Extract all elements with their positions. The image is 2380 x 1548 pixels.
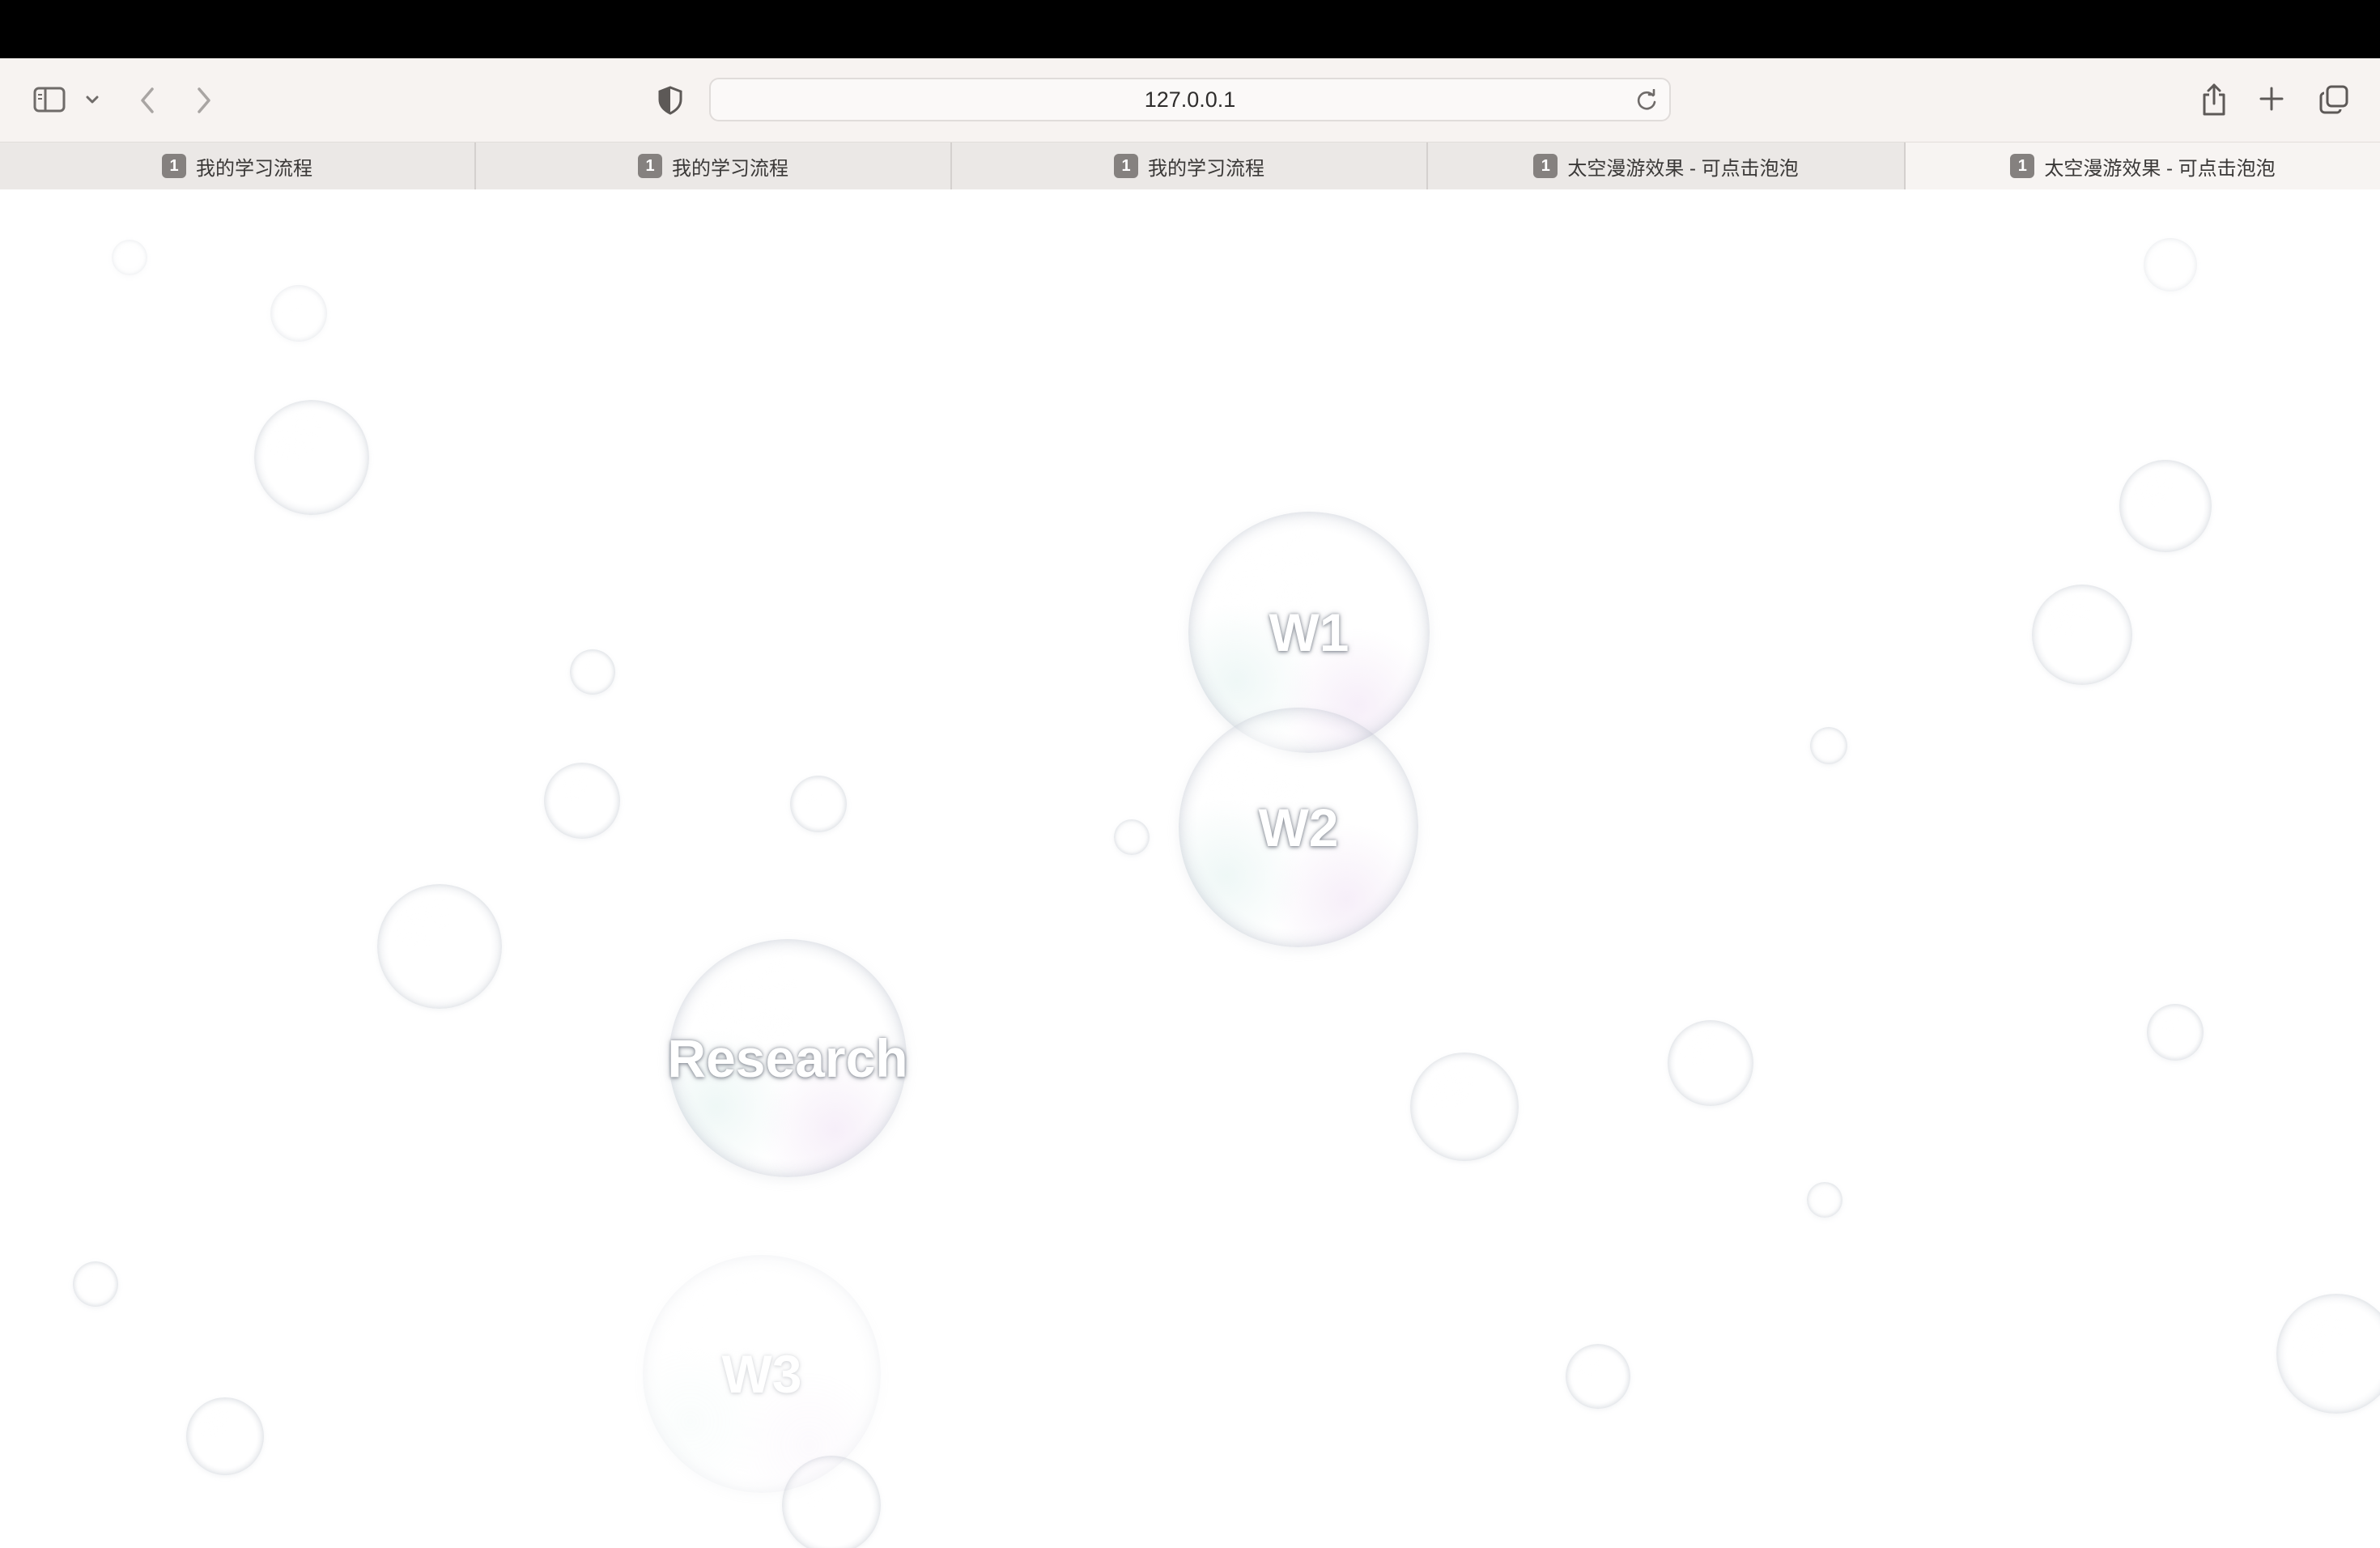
sidebar-toggle-icon[interactable]: [31, 81, 68, 118]
tab-favicon: 1: [1114, 154, 1138, 178]
decorative-bubble: [544, 763, 620, 839]
tab-overview-icon[interactable]: [2317, 83, 2351, 117]
tab-favicon: 1: [2010, 154, 2035, 178]
tab-favicon: 1: [638, 154, 662, 178]
decorative-bubble: [254, 400, 369, 515]
privacy-shield-icon[interactable]: [654, 84, 686, 117]
decorative-bubble: [1410, 1053, 1519, 1161]
decorative-bubble: [2147, 1004, 2204, 1061]
decorative-bubble: [1566, 1344, 1630, 1409]
decorative-bubble: [790, 776, 847, 832]
bubble-w1-label: W1: [1269, 602, 1349, 662]
bubble-canvas: W1 W2 Research W3: [0, 189, 2380, 1548]
browser-toolbar: 127.0.0.1: [0, 58, 2380, 142]
browser-tab[interactable]: 1 我的学习流程: [952, 142, 1428, 189]
bubble-w3-label: W3: [721, 1344, 802, 1404]
decorative-bubble: [2119, 460, 2212, 552]
browser-tab[interactable]: 1 我的学习流程: [476, 142, 952, 189]
tab-favicon: 1: [162, 154, 186, 178]
decorative-bubble: [570, 649, 615, 695]
decorative-bubble: [1807, 1182, 1842, 1218]
decorative-bubble: [377, 884, 502, 1009]
browser-tab[interactable]: 1 我的学习流程: [0, 142, 476, 189]
decorative-bubble: [2032, 585, 2132, 685]
decorative-bubble: [1114, 819, 1150, 855]
decorative-bubble: [2144, 238, 2197, 291]
tab-favicon: 1: [1533, 154, 1558, 178]
decorative-bubble: [73, 1261, 118, 1307]
bubble-w2-label: W2: [1258, 797, 1339, 857]
tab-title: 太空漫游效果 - 可点击泡泡: [1567, 157, 1799, 180]
decorative-bubble: [2276, 1294, 2380, 1414]
bubble-w2[interactable]: W2: [1179, 708, 1418, 947]
browser-tab[interactable]: 1 太空漫游效果 - 可点击泡泡: [1428, 142, 1906, 189]
decorative-bubble: [1810, 727, 1847, 764]
decorative-bubble: [1668, 1020, 1753, 1106]
decorative-bubble: [112, 240, 147, 275]
tab-strip: 1 我的学习流程 1 我的学习流程 1 我的学习流程 1 太空漫游效果 - 可点…: [0, 142, 2380, 189]
tab-title: 我的学习流程: [1148, 157, 1264, 180]
address-text: 127.0.0.1: [1144, 87, 1236, 112]
tab-title: 我的学习流程: [672, 157, 788, 180]
address-bar[interactable]: 127.0.0.1: [709, 78, 1671, 121]
share-icon[interactable]: [2197, 79, 2231, 120]
reload-icon[interactable]: [1635, 88, 1658, 112]
bubble-research-label: Research: [667, 1028, 908, 1088]
back-arrow-icon[interactable]: [131, 83, 164, 118]
tab-title: 太空漫游效果 - 可点击泡泡: [2044, 157, 2276, 180]
bubble-w3[interactable]: W3: [643, 1255, 881, 1493]
screen-top-bar: [0, 0, 2380, 58]
chevron-down-icon[interactable]: [81, 87, 104, 112]
decorative-bubble: [270, 285, 327, 342]
forward-arrow-icon[interactable]: [188, 83, 220, 118]
bubble-research[interactable]: Research: [667, 939, 908, 1177]
new-tab-plus-icon[interactable]: [2255, 83, 2288, 115]
decorative-bubble: [186, 1397, 264, 1475]
tab-title: 我的学习流程: [196, 157, 312, 180]
browser-tab-active[interactable]: 1 太空漫游效果 - 可点击泡泡: [1906, 142, 2380, 189]
